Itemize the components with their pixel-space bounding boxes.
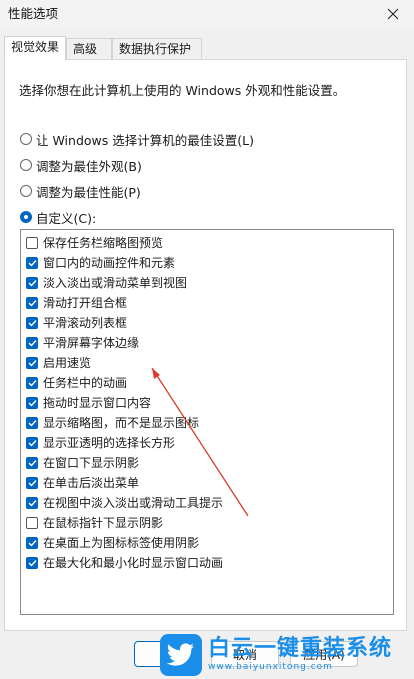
option-label: 平滑滚动列表框 [43,316,128,330]
option-label: 显示缩略图，而不是显示图标 [43,416,200,430]
radio-let-windows-choose[interactable]: 让 Windows 选择计算机的最佳设置(L) [20,130,254,148]
visual-effects-panel: 选择你想在此计算机上使用的 Windows 外观和性能设置。 让 Windows… [4,59,407,631]
option-label: 任务栏中的动画 [43,376,128,390]
checkbox[interactable] [26,536,38,549]
checkbox[interactable] [26,356,38,369]
radio-button[interactable] [20,185,32,197]
visual-effects-list[interactable]: 保存任务栏缩略图预览 窗口内的动画控件和元素 淡入淡出或滑动菜单到视图 滑动打开… [20,229,394,615]
list-item[interactable]: 在最大化和最小化时显示窗口动画 [26,554,223,571]
list-item[interactable]: 在桌面上为图标标签使用阴影 [26,534,199,551]
radio-label: 调整为最佳性能(P) [36,184,141,200]
option-label: 在鼠标指针下显示阴影 [43,516,164,530]
title-bar: 性能选项 [0,0,414,28]
checkbox[interactable] [26,276,38,289]
checkbox[interactable] [26,436,38,449]
option-label: 淡入淡出或滑动菜单到视图 [43,276,188,290]
apply-button[interactable]: 应用(A) [290,641,358,667]
option-label: 在视图中淡入淡出或滑动工具提示 [43,496,224,510]
radio-label: 自定义(C): [36,210,97,226]
list-item[interactable]: 拖动时显示窗口内容 [26,394,151,411]
list-item[interactable]: 保存任务栏缩略图预览 [26,234,163,251]
option-label: 平滑屏幕字体边缘 [43,336,140,350]
tab-advanced[interactable]: 高级 [66,38,112,59]
window-title: 性能选项 [8,6,59,21]
option-label: 滑动打开组合框 [43,296,128,310]
list-item[interactable]: 淡入淡出或滑动菜单到视图 [26,274,187,291]
list-item[interactable]: 在窗口下显示阴影 [26,454,139,471]
option-label: 在单击后淡出菜单 [43,476,140,490]
list-item[interactable]: 显示亚透明的选择长方形 [26,434,175,451]
checkbox[interactable] [26,336,38,349]
checkbox[interactable] [26,376,38,389]
list-item[interactable]: 滑动打开组合框 [26,294,127,311]
option-label: 在窗口下显示阴影 [43,456,140,470]
checkbox[interactable] [26,496,38,509]
checkbox[interactable] [26,296,38,309]
radio-best-appearance[interactable]: 调整为最佳外观(B) [20,156,142,174]
option-label: 拖动时显示窗口内容 [43,396,152,410]
close-icon [387,8,399,20]
list-item[interactable]: 窗口内的动画控件和元素 [26,254,175,271]
option-label: 在桌面上为图标标签使用阴影 [43,536,200,550]
option-label: 启用速览 [43,356,92,370]
cancel-button[interactable]: 取消 [211,641,279,667]
close-button[interactable] [372,0,414,28]
option-label: 显示亚透明的选择长方形 [43,436,176,450]
tab-visual-effects[interactable]: 视觉效果 [4,36,66,60]
ok-button[interactable] [134,641,202,667]
radio-button[interactable] [20,133,32,145]
option-label: 保存任务栏缩略图预览 [43,236,164,250]
list-item[interactable]: 在视图中淡入淡出或滑动工具提示 [26,494,223,511]
list-item[interactable]: 在单击后淡出菜单 [26,474,139,491]
radio-best-performance[interactable]: 调整为最佳性能(P) [20,182,141,200]
option-label: 窗口内的动画控件和元素 [43,256,176,270]
list-item[interactable]: 在鼠标指针下显示阴影 [26,514,163,531]
checkbox[interactable] [26,396,38,409]
checkbox[interactable] [26,556,38,569]
list-item[interactable]: 启用速览 [26,354,91,371]
list-item[interactable]: 平滑滚动列表框 [26,314,127,331]
checkbox[interactable] [26,416,38,429]
option-label: 在最大化和最小化时显示窗口动画 [43,556,224,570]
radio-label: 让 Windows 选择计算机的最佳设置(L) [36,132,254,148]
radio-custom[interactable]: 自定义(C): [20,208,96,226]
checkbox[interactable] [26,516,38,529]
checkbox[interactable] [26,456,38,469]
checkbox[interactable] [26,236,38,249]
list-item[interactable]: 任务栏中的动画 [26,374,127,391]
list-item[interactable]: 平滑屏幕字体边缘 [26,334,139,351]
performance-options-dialog: 性能选项 视觉效果 高级 数据执行保护 选择你想在此计算机上使用的 Window… [0,0,414,679]
panel-description: 选择你想在此计算机上使用的 Windows 外观和性能设置。 [19,83,346,98]
radio-button[interactable] [20,159,32,171]
checkbox[interactable] [26,476,38,489]
radio-label: 调整为最佳外观(B) [36,158,142,174]
radio-button[interactable] [20,211,32,223]
tab-data-execution-prevention[interactable]: 数据执行保护 [112,38,202,59]
list-item[interactable]: 显示缩略图，而不是显示图标 [26,414,199,431]
checkbox[interactable] [26,256,38,269]
checkbox[interactable] [26,316,38,329]
